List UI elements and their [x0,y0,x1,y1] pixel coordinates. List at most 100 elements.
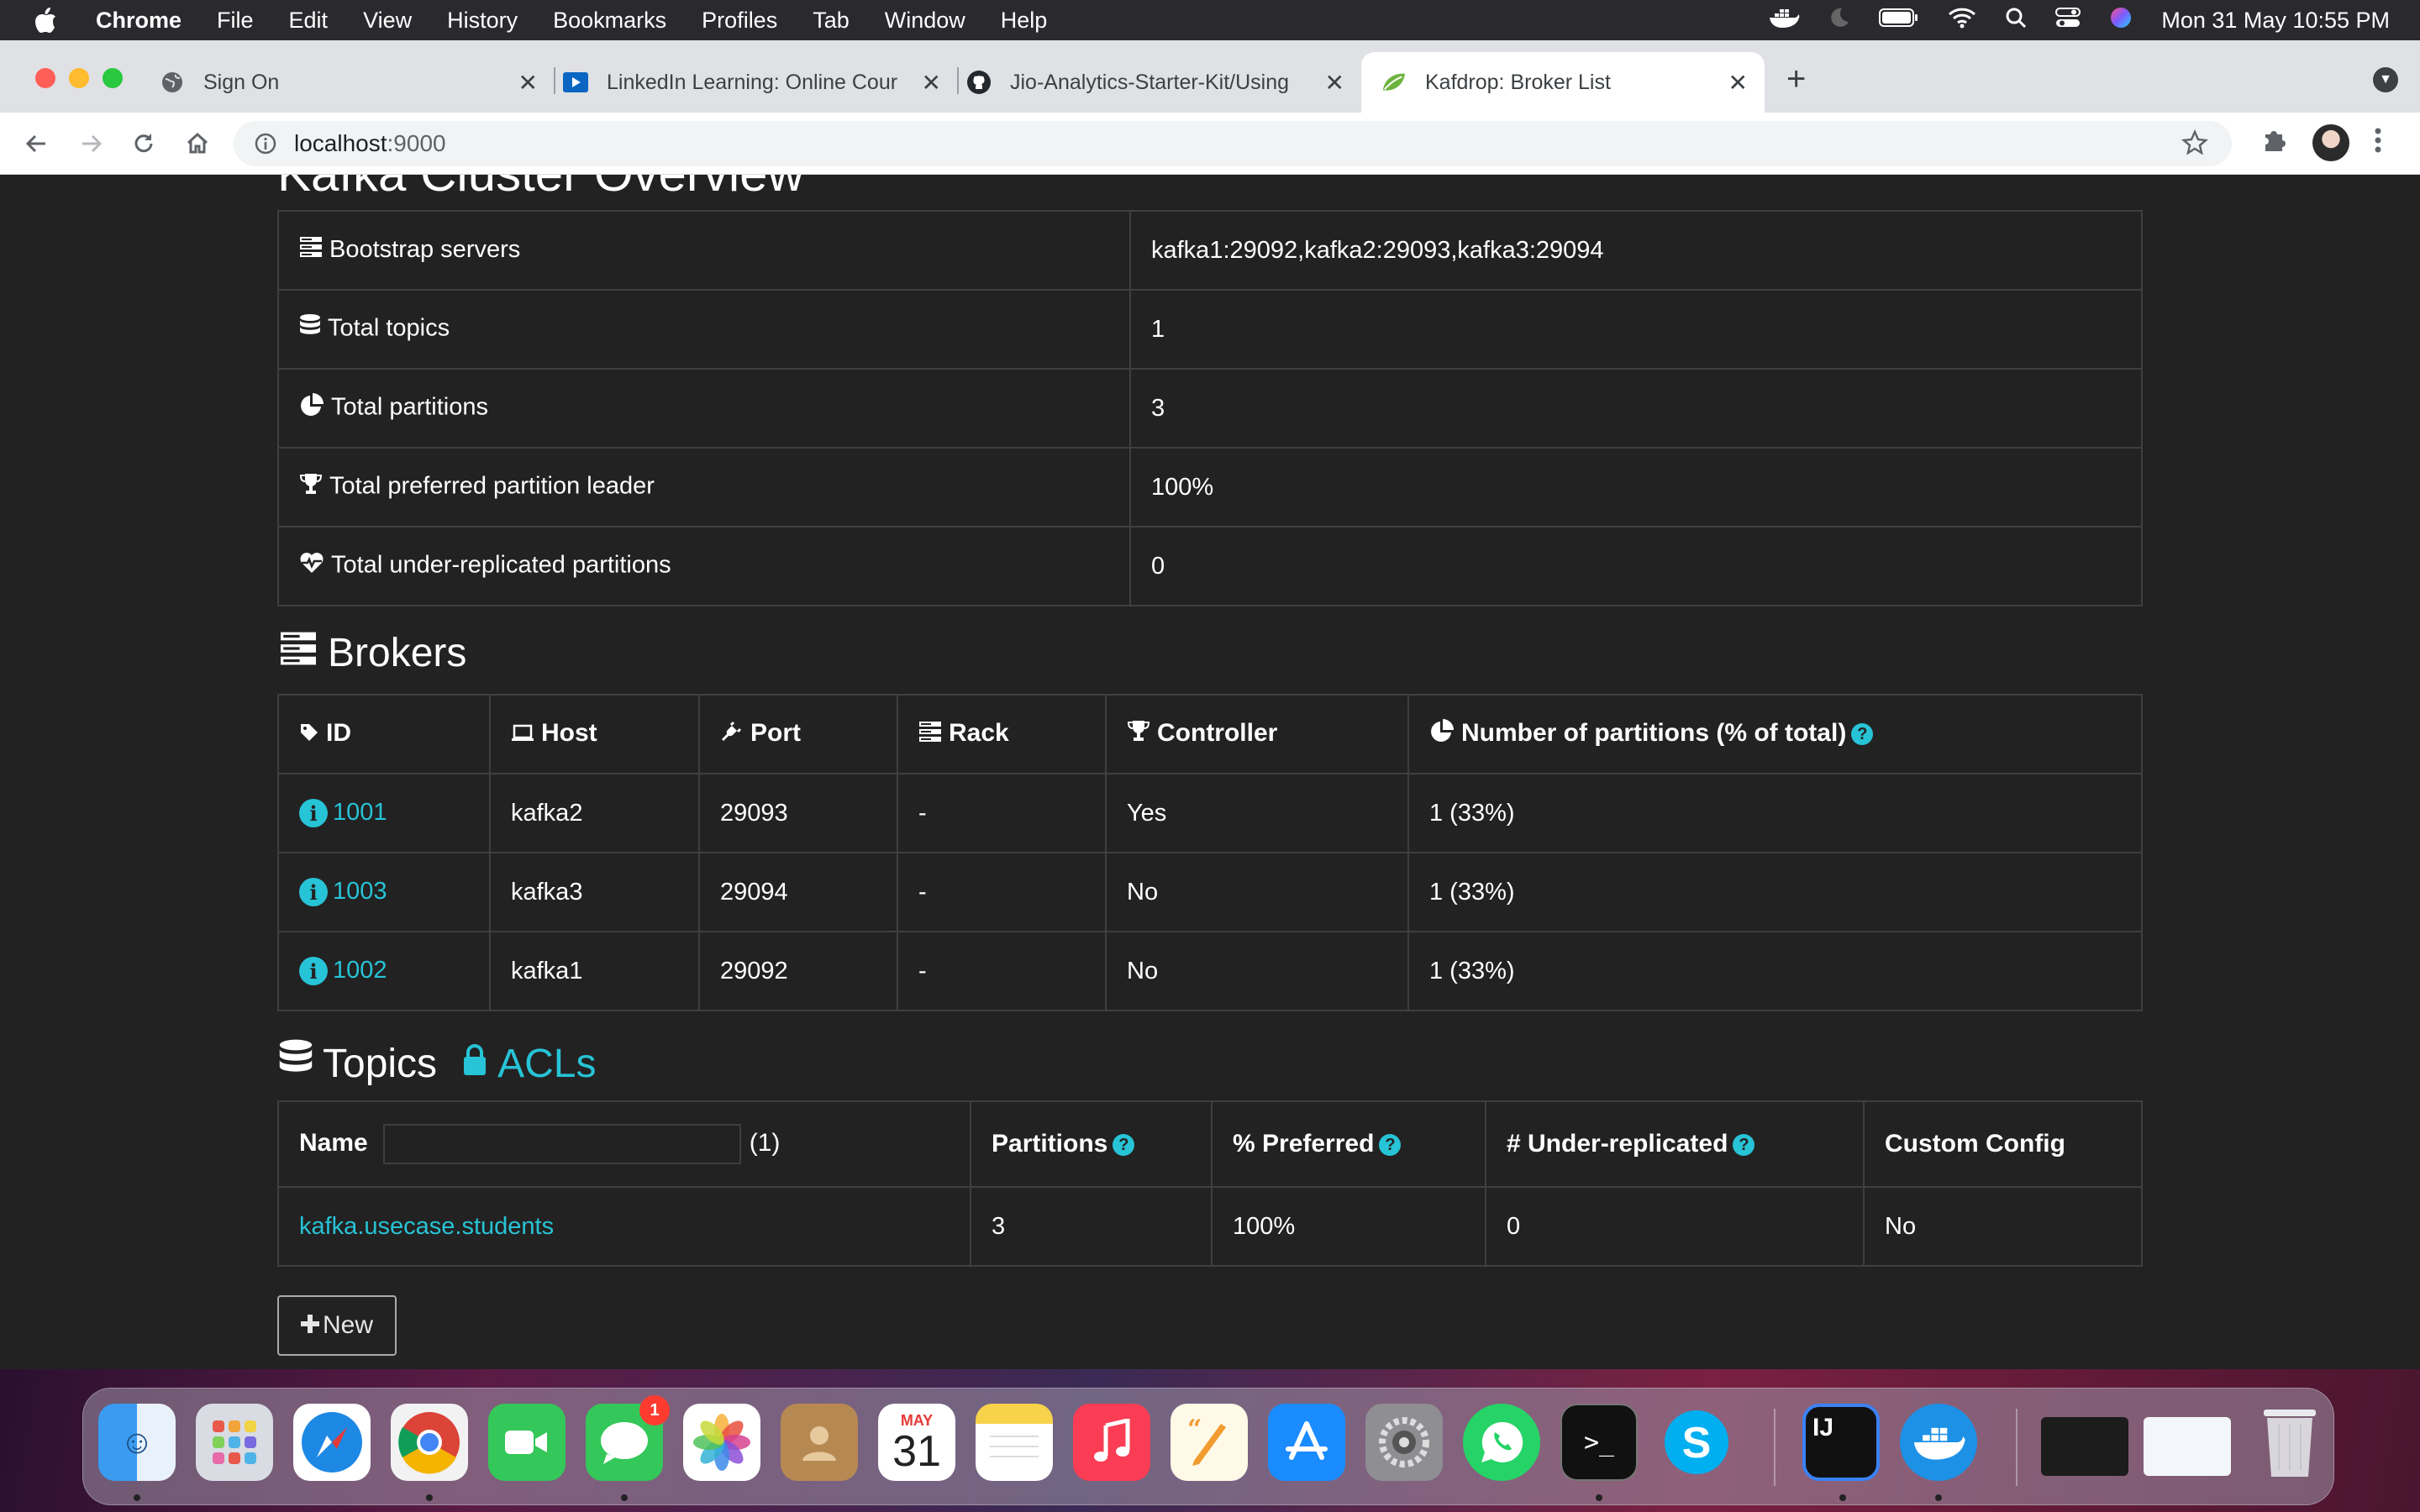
terminal-icon[interactable]: >_ [1560,1404,1638,1481]
chrome-icon[interactable] [391,1404,468,1481]
close-tab-icon[interactable]: ✕ [518,69,538,97]
calendar-icon[interactable]: MAY 31 [878,1404,955,1481]
overview-label-cell: Total topics [277,289,1131,370]
menu-app-name[interactable]: Chrome [96,8,182,34]
finder-icon[interactable]: ☺ [98,1404,176,1481]
minimize-window-button[interactable] [69,68,89,88]
control-center-icon[interactable] [2055,7,2081,34]
menubar-datetime[interactable]: Mon 31 May 10:55 PM [2161,8,2390,34]
notes-icon[interactable] [976,1404,1053,1481]
intellij-label: IJ [1812,1414,1834,1441]
wifi-icon[interactable] [1948,7,1976,34]
menu-edit[interactable]: Edit [289,8,329,34]
spotlight-search-icon[interactable] [2005,7,2027,34]
app-store-icon[interactable] [1268,1404,1345,1481]
col-partitions: Number of partitions (% of total)? [1407,694,2143,774]
menu-help[interactable]: Help [1001,8,1048,34]
overview-label-cell: Total partitions [277,368,1131,449]
messages-icon[interactable]: 1 [586,1395,670,1481]
acls-link[interactable]: ACLs [460,1041,596,1087]
broker-controller: No [1105,852,1409,932]
heartbeat-icon [299,551,324,581]
address-bar[interactable]: localhost:9000 [234,121,2232,166]
minimized-window-thumbnail[interactable] [2144,1417,2231,1476]
broker-controller: Yes [1105,773,1409,853]
overview-label-cell: Bootstrap servers [277,210,1131,291]
col-preferred: % Preferred? [1211,1100,1486,1188]
overview-label-cell: Total under-replicated partitions [277,526,1131,606]
contacts-icon[interactable] [781,1404,858,1481]
site-info-icon[interactable] [254,132,277,155]
trophy-icon [1127,719,1150,749]
more-options-icon[interactable] [2373,126,2383,155]
apple-menu-icon[interactable] [34,7,67,34]
tab-kafdrop[interactable]: Kafdrop: Broker List ✕ [1361,52,1765,113]
pie-chart-icon [299,392,324,424]
tab-title: LinkedIn Learning: Online Cour [607,70,898,94]
kafdrop-leaf-icon [1381,70,1407,95]
pages-icon[interactable]: “ [1171,1404,1248,1481]
broker-id-link[interactable]: 1003 [333,878,387,905]
tab-sign-on[interactable]: Sign On ✕ [160,52,555,113]
tab-linkedin-learning[interactable]: LinkedIn Learning: Online Cour ✕ [563,52,959,113]
menu-file[interactable]: File [217,8,254,34]
topic-name-link[interactable]: kafka.usecase.students [299,1213,554,1240]
acls-link-label[interactable]: ACLs [497,1041,596,1087]
broker-id-link[interactable]: 1001 [333,799,387,826]
close-window-button[interactable] [35,68,55,88]
help-question-icon[interactable]: ? [1379,1134,1402,1157]
broker-id-cell[interactable]: i 1002 [277,931,491,1011]
menu-window[interactable]: Window [885,8,965,34]
facetime-icon[interactable] [488,1404,566,1481]
broker-id-cell[interactable]: i 1003 [277,852,491,932]
system-preferences-icon[interactable] [1365,1404,1443,1481]
tab-search-chevron-icon[interactable]: ▼ [2373,67,2398,92]
safari-icon[interactable] [293,1404,371,1481]
browser-toolbar: localhost:9000 [0,113,2420,175]
help-question-icon[interactable]: ? [1733,1134,1755,1157]
help-question-icon[interactable]: ? [1851,723,1874,745]
close-tab-icon[interactable]: ✕ [1325,69,1344,97]
topics-table: Name (1) Partitions? % Preferred? # Under… [277,1100,2143,1267]
trash-icon[interactable] [2251,1404,2328,1481]
zoom-window-button[interactable] [103,68,123,88]
menu-view[interactable]: View [363,8,412,34]
intellij-idea-icon[interactable]: IJ [1802,1404,1880,1481]
battery-icon[interactable] [1879,8,1919,34]
profile-avatar[interactable] [2312,124,2349,161]
docker-menu-icon[interactable] [1768,6,1800,35]
music-icon[interactable] [1073,1404,1150,1481]
tab-github[interactable]: Jio-Analytics-Starter-Kit/Using ✕ [966,52,1361,113]
back-arrow-icon[interactable] [20,128,52,160]
menu-bookmarks[interactable]: Bookmarks [553,8,666,34]
docker-icon[interactable] [1900,1404,1977,1481]
help-question-icon[interactable]: ? [1113,1134,1135,1157]
running-indicator [426,1494,433,1501]
menu-profiles[interactable]: Profiles [702,8,777,34]
topics-heading: Topics [323,1041,438,1086]
moon-icon[interactable] [1828,7,1850,34]
minimized-window-thumbnail[interactable] [2041,1417,2128,1476]
whatsapp-icon[interactable] [1463,1404,1540,1481]
siri-icon[interactable] [2109,6,2133,35]
col-controller: Controller [1105,694,1409,774]
broker-id-cell[interactable]: i 1001 [277,773,491,853]
broker-id-link[interactable]: 1002 [333,957,387,984]
close-tab-icon[interactable]: ✕ [922,69,941,97]
forward-arrow-icon[interactable] [76,128,108,160]
skype-icon[interactable]: S [1658,1404,1735,1481]
reload-icon[interactable] [128,128,160,160]
close-tab-icon[interactable]: ✕ [1728,69,1748,97]
svg-text:“: “ [1187,1415,1202,1444]
topic-name-cell[interactable]: kafka.usecase.students [277,1186,971,1267]
new-tab-button[interactable]: + [1786,62,1806,96]
launchpad-icon[interactable] [196,1404,273,1481]
extensions-puzzle-icon[interactable] [2260,126,2289,155]
photos-icon[interactable] [683,1404,760,1481]
menu-tab[interactable]: Tab [813,8,850,34]
topic-filter-input[interactable] [382,1124,741,1164]
bookmark-star-icon[interactable] [2181,129,2208,162]
home-icon[interactable] [182,128,213,160]
menu-history[interactable]: History [447,8,518,34]
new-topic-button[interactable]: New [277,1295,397,1356]
